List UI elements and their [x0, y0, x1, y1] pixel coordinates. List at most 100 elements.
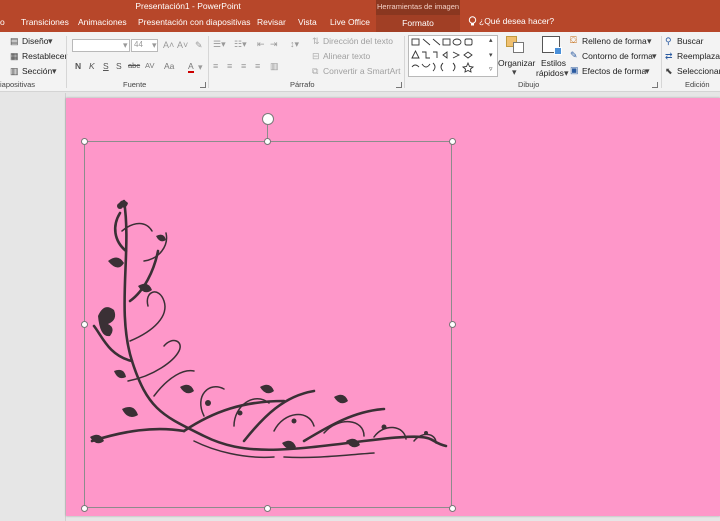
shrink-font-icon[interactable]: A˅ [177, 41, 188, 50]
replace-icon: ⇄ [665, 51, 673, 61]
smartart-icon: ⧉ [312, 66, 319, 76]
align-center-icon[interactable]: ≡ [227, 62, 232, 71]
font-color-button[interactable]: A [188, 61, 194, 73]
chevron-down-icon[interactable]: ▾ [652, 52, 657, 61]
group-separator [404, 36, 405, 88]
rotate-handle-icon[interactable] [262, 113, 274, 125]
shapes-icon [411, 38, 475, 73]
section-icon: ▥ [10, 66, 19, 76]
effects-icon: ▣ [570, 65, 579, 75]
resize-handle-right[interactable] [449, 321, 456, 328]
lightbulb-icon[interactable] [468, 16, 477, 27]
tab-revisar[interactable]: Revisar [257, 17, 286, 27]
ribbon-tabs: o Transiciones Animaciones Presentación … [0, 15, 720, 32]
font-name-input[interactable] [72, 39, 130, 52]
group-separator [208, 36, 209, 88]
scroll-down-icon[interactable]: ▾ [489, 52, 493, 59]
underline-button[interactable]: S [103, 61, 109, 71]
dibujo-group-label: Dibujo [518, 80, 540, 89]
thumbnail-pane[interactable] [0, 93, 66, 521]
clear-format-icon[interactable]: ✎ [195, 41, 203, 50]
resize-handle-top-left[interactable] [81, 138, 88, 145]
parrafo-launcher-icon[interactable] [396, 82, 402, 88]
fuente-launcher-icon[interactable] [200, 82, 206, 88]
tab-live-office[interactable]: Live Office [330, 17, 370, 27]
group-separator [661, 36, 662, 88]
bold-button[interactable]: N [75, 61, 81, 71]
align-text-icon: ⊟ [312, 51, 320, 61]
columns-icon[interactable]: ▥ [270, 62, 279, 71]
parrafo-group-label: Párrafo [290, 80, 315, 89]
text-direction-button[interactable]: Dirección del texto [323, 36, 393, 46]
restablecer-button[interactable]: Restablecer [22, 51, 67, 61]
numbering-icon[interactable]: ☷▾ [234, 40, 247, 49]
seccion-button[interactable]: Sección [22, 66, 52, 76]
increase-indent-icon[interactable]: ⇥ [270, 40, 278, 49]
resize-handle-bottom-right[interactable] [449, 505, 456, 512]
align-text-button[interactable]: Alinear texto [323, 51, 370, 61]
chevron-down-icon[interactable]: ▾ [645, 67, 650, 76]
search-icon: ⚲ [665, 36, 672, 46]
tab-animaciones[interactable]: Animaciones [78, 17, 127, 27]
estilos-rapidos-label[interactable]: rápidos [536, 68, 564, 78]
quick-styles-icon[interactable] [542, 36, 562, 55]
char-spacing-button[interactable]: AV [145, 61, 154, 70]
bullets-icon[interactable]: ☰▾ [213, 40, 226, 49]
resize-handle-bottom[interactable] [264, 505, 271, 512]
decrease-indent-icon[interactable]: ⇤ [257, 40, 265, 49]
chevron-down-icon[interactable]: ▾ [123, 41, 128, 50]
reset-icon: ▦ [10, 51, 19, 61]
relleno-forma-button[interactable]: Relleno de forma [582, 36, 647, 46]
estilos-button[interactable]: Estilos [541, 58, 566, 68]
grow-font-icon[interactable]: A˄ [163, 41, 174, 50]
strikethrough-button[interactable]: abc [128, 61, 140, 70]
align-right-icon[interactable]: ≡ [241, 62, 246, 71]
tab-transiciones[interactable]: Transiciones [21, 17, 69, 27]
fuente-group-label: Fuente [123, 80, 147, 89]
justify-icon[interactable]: ≡ [255, 62, 260, 71]
resize-handle-left[interactable] [81, 321, 88, 328]
outline-icon: ✎ [570, 50, 578, 60]
text-direction-icon: ⇅ [312, 36, 320, 46]
chevron-down-icon[interactable]: ▾ [198, 63, 203, 72]
contorno-forma-button[interactable]: Contorno de forma [582, 51, 653, 61]
seleccionar-button[interactable]: Seleccionar [677, 66, 720, 76]
chevron-down-icon[interactable]: ▾ [564, 69, 569, 78]
shapes-gallery[interactable] [408, 35, 498, 77]
tab-vista[interactable]: Vista [298, 17, 317, 27]
resize-handle-bottom-left[interactable] [81, 505, 88, 512]
chevron-down-icon[interactable]: ▾ [647, 37, 652, 46]
line-spacing-icon[interactable]: ↕▾ [290, 40, 299, 49]
resize-handle-top[interactable] [264, 138, 271, 145]
tab-formato[interactable]: Formato [376, 15, 460, 32]
scroll-up-icon[interactable]: ▴ [489, 37, 493, 44]
buscar-button[interactable]: Buscar [677, 36, 703, 46]
chevron-down-icon[interactable]: ▾ [48, 37, 53, 46]
reemplazar-button[interactable]: Reemplazar [677, 51, 720, 61]
convert-smartart-button[interactable]: Convertir a SmartArt [323, 66, 400, 76]
group-separator [66, 36, 67, 88]
chevron-down-icon[interactable]: ▾ [512, 68, 517, 77]
fill-icon: ⛋ [570, 35, 577, 45]
tab-presentacion[interactable]: Presentación con diapositivas [138, 17, 250, 27]
layout-icon: ▤ [10, 36, 19, 46]
shadow-button[interactable]: S [116, 61, 122, 71]
resize-handle-top-right[interactable] [449, 138, 456, 145]
arrange-icon[interactable] [506, 36, 526, 54]
align-left-icon[interactable]: ≡ [213, 62, 218, 71]
efectos-forma-button[interactable]: Efectos de forma [582, 66, 646, 76]
more-shapes-icon[interactable]: ▿ [489, 66, 493, 73]
picture-tools-header: Herramientas de imagen [376, 0, 460, 15]
tab-partial[interactable]: o [0, 17, 5, 27]
title-bar: Presentación1 - PowerPoint Herramientas … [0, 0, 720, 15]
window-title: Presentación1 - PowerPoint [135, 1, 241, 11]
chevron-down-icon[interactable]: ▾ [152, 41, 157, 50]
image-selection-frame [84, 141, 452, 508]
diseno-button[interactable]: Diseño [22, 36, 48, 46]
chevron-down-icon[interactable]: ▾ [52, 67, 57, 76]
diapositivas-group-label: iapositivas [0, 80, 36, 89]
tell-me-input[interactable]: ¿Qué desea hacer? [479, 16, 554, 26]
italic-button[interactable]: K [89, 61, 95, 71]
change-case-button[interactable]: Aa [164, 61, 174, 71]
dibujo-launcher-icon[interactable] [652, 82, 658, 88]
